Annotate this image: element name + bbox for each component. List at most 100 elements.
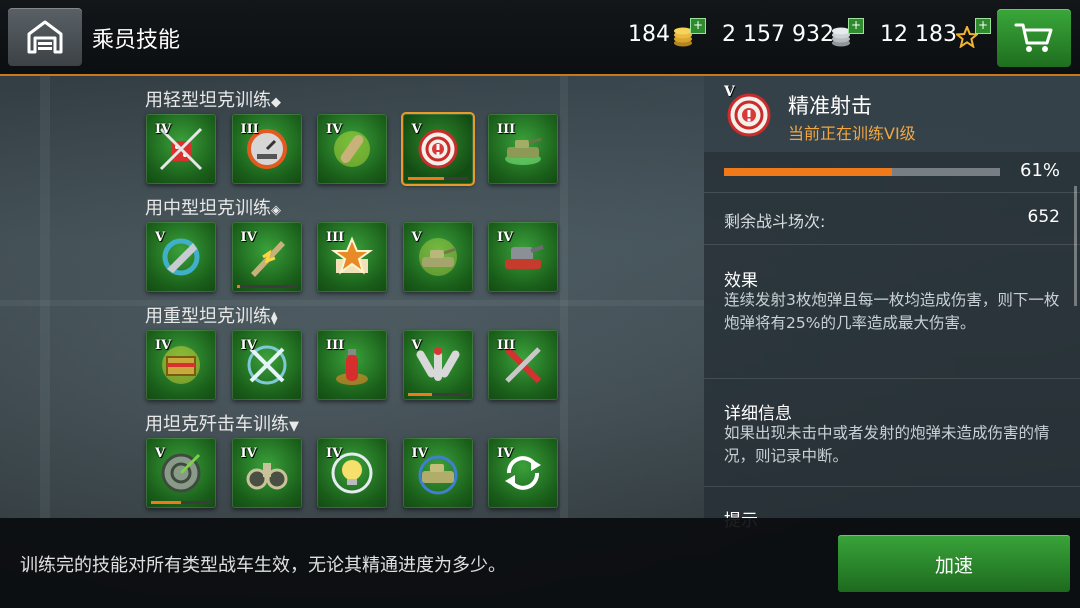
detail-scrollbar[interactable]: [1074, 186, 1077, 306]
skill-tile-fire-extinguisher[interactable]: III: [317, 330, 387, 400]
details-title: 详细信息: [724, 404, 792, 424]
add-gold-button[interactable]: +: [690, 18, 706, 34]
skill-level-badge: V: [724, 84, 735, 100]
light-tank-class-icon: ◆: [271, 95, 281, 110]
section-label-text: 用重型坦克训练: [145, 306, 271, 327]
skill-level: IV: [240, 230, 257, 245]
drill-shell-icon: [162, 238, 200, 276]
gold-value: 184: [628, 22, 670, 47]
skill-progress-bar: [407, 393, 468, 396]
skill-tile-target-alert[interactable]: V: [400, 112, 475, 186]
skill-training-status: 当前正在训练VI级: [788, 124, 916, 143]
skill-level: III: [326, 230, 345, 245]
battles-remaining-value: 652: [1027, 207, 1060, 227]
battles-remaining-label: 剩余战斗场次:: [724, 212, 826, 231]
skill-tile-shells-spread[interactable]: V: [402, 330, 473, 400]
skill-level: V: [155, 230, 166, 245]
skill-level: IV: [155, 122, 172, 137]
skill-level: III: [326, 338, 345, 353]
skill-tile-tank-rotate[interactable]: IV: [402, 438, 473, 508]
stars-value: 12 183: [880, 22, 957, 47]
skill-progress-bar: [151, 501, 211, 504]
top-bar: 乘员技能 184 + 2 157 932 + 12 183 +: [0, 0, 1080, 76]
divider: [704, 486, 1080, 487]
section-label-medium-tank: 用中型坦克训练◈: [145, 194, 281, 220]
skill-tile-binoculars[interactable]: IV: [231, 438, 302, 508]
skill-progress-fill: [407, 393, 432, 396]
shopping-cart-icon: [1014, 23, 1053, 52]
skill-level: III: [497, 122, 516, 137]
skill-level: IV: [155, 338, 172, 353]
page-title: 乘员技能: [92, 28, 181, 53]
skill-tile-dice-crossed[interactable]: IV: [146, 114, 216, 184]
tank-shield-icon: [418, 238, 457, 276]
divider: [704, 192, 1080, 193]
skill-tile-lightbulb[interactable]: IV: [317, 438, 387, 508]
skill-level: III: [497, 338, 516, 353]
skill-level: IV: [240, 338, 257, 353]
divider: [704, 244, 1080, 245]
skill-tile-drill-shell[interactable]: V: [146, 222, 216, 292]
skill-tile-crossed-swords[interactable]: IV: [231, 330, 302, 400]
add-silver-button[interactable]: +: [848, 18, 864, 34]
skill-level: IV: [497, 230, 514, 245]
garage-icon: [27, 20, 63, 54]
background-beam: [40, 74, 50, 518]
skill-detail-panel: V 精准射击 当前正在训练VI级 61% 剩余战斗场次: 652 效果 连续发射…: [704, 76, 1080, 531]
section-label-tank-destroyer: 用坦克歼击车训练▼: [145, 410, 299, 436]
skill-tile-armor-crate[interactable]: IV: [146, 330, 216, 400]
skill-tile-tank-shield[interactable]: V: [402, 222, 473, 292]
skill-progress-fill: [236, 285, 240, 288]
skill-level: V: [155, 446, 166, 461]
target-alert-icon: [418, 129, 457, 169]
effect-description: 连续发射3枚炮弹且每一枚均造成伤害，则下一枚炮弹将有25%的几率造成最大伤害。: [724, 291, 1060, 332]
skill-progress-fill: [151, 501, 181, 504]
skill-tile-shell-impact[interactable]: IV: [231, 222, 302, 292]
bottom-bar: 训练完的技能对所有类型战车生效，无论其精通进度为多少。 加速: [0, 518, 1080, 608]
skill-progress-fill: [724, 168, 893, 176]
skill-tile-gauge-arrows[interactable]: III: [231, 114, 302, 184]
skill-progress-fill: [407, 177, 445, 180]
bullseye-dart-icon: [161, 453, 201, 493]
skill-level: IV: [326, 122, 343, 137]
section-label-text: 用坦克歼击车训练: [145, 414, 289, 435]
skill-tile-star-medal[interactable]: III: [317, 222, 387, 292]
add-stars-button[interactable]: +: [975, 18, 991, 34]
skill-level: V: [411, 230, 422, 245]
skill-detail-header: V 精准射击 当前正在训练VI级: [704, 76, 1080, 152]
section-label-heavy-tank: 用重型坦克训练⧫: [145, 302, 277, 328]
skill-progress-bar: [236, 285, 297, 288]
skill-level: IV: [497, 446, 514, 461]
skill-level: IV: [326, 446, 343, 461]
skill-level: III: [240, 122, 259, 137]
speed-up-button[interactable]: 加速: [838, 535, 1070, 592]
skill-tile-tank-glow[interactable]: III: [488, 114, 558, 184]
section-label-text: 用中型坦克训练: [145, 198, 271, 219]
tank-destroyer-class-icon: ▼: [289, 419, 299, 434]
shells-spread-icon: [416, 347, 459, 381]
skill-tile-bullseye-dart[interactable]: V: [146, 438, 216, 508]
section-label-light-tank: 用轻型坦克训练◆: [145, 86, 281, 112]
skill-progress-percent: 61%: [1020, 160, 1061, 181]
background-beam: [0, 300, 704, 306]
skill-level: V: [411, 338, 422, 353]
skill-progress-bar: [724, 168, 1000, 176]
skill-level: IV: [240, 446, 257, 461]
silver-value: 2 157 932: [722, 22, 834, 47]
skill-tile-reload-cycle[interactable]: IV: [488, 438, 558, 508]
footer-note: 训练完的技能对所有类型战车生效，无论其精通进度为多少。: [20, 555, 506, 576]
skill-tile-turret-armor[interactable]: IV: [488, 222, 558, 292]
heavy-tank-class-icon: ⧫: [271, 311, 278, 326]
skill-level: IV: [411, 446, 428, 461]
skill-tile-repair-tools[interactable]: III: [488, 330, 558, 400]
section-label-text: 用轻型坦克训练: [145, 90, 271, 111]
skill-level: V: [411, 122, 422, 137]
divider: [704, 378, 1080, 379]
skill-progress-bar: [407, 177, 468, 180]
background-beam: [560, 74, 568, 518]
speed-up-label: 加速: [934, 555, 973, 577]
effect-title: 效果: [724, 271, 758, 291]
shop-button[interactable]: [997, 9, 1071, 67]
garage-button[interactable]: [8, 8, 82, 66]
skill-tile-shell-burst[interactable]: IV: [317, 114, 387, 184]
